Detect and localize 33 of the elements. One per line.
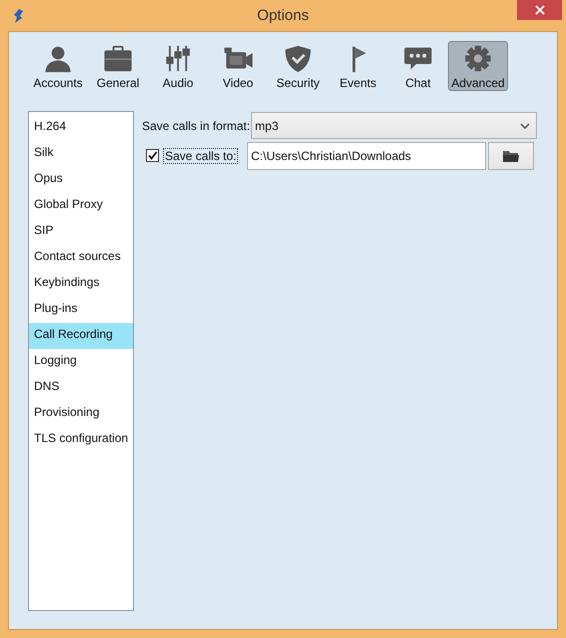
toolbar-tab[interactable]: Security [268, 41, 328, 91]
category-item[interactable]: Global Proxy [29, 193, 133, 219]
category-item[interactable]: Call Recording [29, 323, 133, 349]
toolbar-tab[interactable]: Video [208, 41, 268, 91]
folder-path-field[interactable]: C:\Users\Christian\Downloads [247, 142, 486, 170]
folder-icon [502, 148, 520, 162]
toolbar-tab[interactable]: General [88, 41, 148, 91]
category-item[interactable]: Provisioning [29, 401, 133, 427]
category-item[interactable]: Keybindings [29, 271, 133, 297]
category-item[interactable]: H.264 [29, 115, 133, 141]
app-icon [11, 8, 25, 24]
category-item[interactable]: DNS [29, 375, 133, 401]
toolbar-tab[interactable]: Advanced [448, 41, 508, 91]
toolbar-tab[interactable]: Chat [388, 41, 448, 91]
category-item[interactable]: SIP [29, 219, 133, 245]
close-button[interactable] [517, 0, 562, 20]
format-label: Save calls in format: [142, 118, 252, 132]
save-checkbox[interactable] [146, 149, 159, 162]
toolbar-tab[interactable]: Accounts [28, 41, 88, 91]
category-item[interactable]: Logging [29, 349, 133, 375]
close-icon [534, 5, 544, 15]
format-dropdown[interactable]: mp3 [251, 112, 537, 139]
category-item[interactable]: Plug-ins [29, 297, 133, 323]
toolbar-tab[interactable]: Audio [148, 41, 208, 91]
window-title: Options [257, 7, 309, 24]
save-calls-label: Save calls to: [163, 148, 238, 164]
category-item[interactable]: TLS configuration [29, 427, 133, 453]
toolbar-tab[interactable]: Events [328, 41, 388, 91]
category-item[interactable]: Opus [29, 167, 133, 193]
category-item[interactable]: Silk [29, 141, 133, 167]
browse-button[interactable] [488, 142, 534, 170]
category-item[interactable]: Contact sources [29, 245, 133, 271]
chevron-icon [520, 122, 530, 128]
